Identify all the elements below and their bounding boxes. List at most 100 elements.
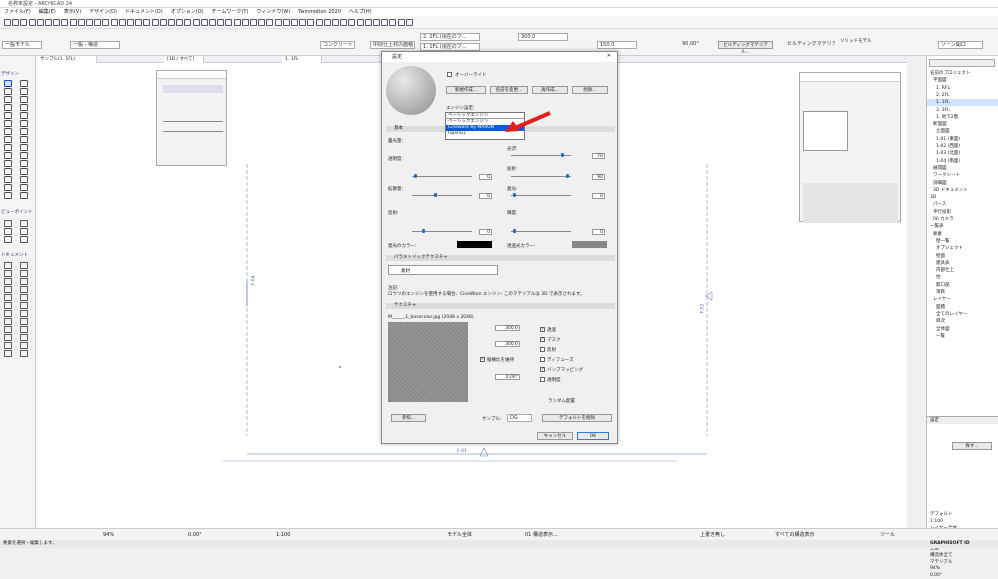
toolbar-icon[interactable] <box>356 19 364 26</box>
nav-item[interactable]: 1-02 (西面) <box>927 143 998 150</box>
tool-icon[interactable] <box>4 310 12 317</box>
nav-item[interactable]: 詳細図 <box>927 180 998 187</box>
nav-item[interactable]: 1-01 (東面) <box>927 136 998 143</box>
tool-icon[interactable] <box>20 144 28 151</box>
nav-prop[interactable]: 0.00° <box>927 572 942 579</box>
tool-icon[interactable] <box>20 228 28 235</box>
tool-icon[interactable] <box>20 192 28 199</box>
transp-slider[interactable] <box>412 174 472 178</box>
nav-item[interactable]: 全体図 <box>927 326 998 333</box>
tex-width[interactable]: 300.0 <box>495 325 520 331</box>
tool-icon[interactable] <box>20 128 28 135</box>
menu-item-3[interactable]: デザイン(D) <box>89 9 117 15</box>
menu-item-0[interactable]: ファイル(F) <box>4 9 31 15</box>
nav-item[interactable]: 内部仕上 <box>927 267 998 274</box>
legacy-dropdown[interactable]: 素材 <box>388 265 498 275</box>
tool-icon[interactable] <box>20 326 28 333</box>
legacy-section-header[interactable]: パラメトリックテクスチャ <box>386 255 615 261</box>
tool-icon[interactable] <box>20 342 28 349</box>
nav-item[interactable]: 全てのレイヤー <box>927 311 998 318</box>
structure-dropdown[interactable]: コンクリート <box>320 41 355 49</box>
toolbar-icon[interactable] <box>274 19 282 26</box>
toolbar-icon[interactable] <box>250 19 257 26</box>
tool-icon[interactable] <box>20 294 28 301</box>
texture-section-header[interactable]: テクスチャ <box>386 303 615 309</box>
emit-value[interactable]: 0 <box>592 193 605 199</box>
navigator-preview-palette[interactable] <box>156 70 227 166</box>
lum-value[interactable]: 0 <box>592 229 605 235</box>
tool-icon[interactable] <box>20 334 28 341</box>
refract-slider[interactable] <box>511 174 571 178</box>
tool-icon[interactable] <box>4 184 12 191</box>
tool-icon[interactable] <box>20 262 28 269</box>
angle-field[interactable]: 90.00° <box>680 41 705 49</box>
tool-icon[interactable] <box>4 270 12 277</box>
trans-color-swatch[interactable] <box>572 241 607 248</box>
toolbar-icon[interactable] <box>323 19 331 26</box>
toolbar-icon[interactable] <box>340 19 348 26</box>
toolbar-icon[interactable] <box>241 19 249 26</box>
tool-icon[interactable] <box>4 176 12 183</box>
tab-3d[interactable]: サンプル(1. 1FL) <box>37 56 97 63</box>
toolbar-icon[interactable] <box>28 19 36 26</box>
tool-icon[interactable] <box>20 236 28 243</box>
nav-item[interactable]: 壁一覧 <box>927 238 998 245</box>
menu-item-6[interactable]: チームワーク(T) <box>212 9 249 15</box>
tool-icon[interactable] <box>4 334 12 341</box>
ok-button[interactable]: OK <box>577 432 609 440</box>
close-icon[interactable]: ✕ <box>607 53 611 59</box>
toolbar-icon[interactable] <box>282 19 290 26</box>
nav-item[interactable]: 建具表 <box>927 260 998 267</box>
tool-icon[interactable] <box>4 144 12 151</box>
diffuse-slider[interactable] <box>412 193 472 197</box>
home-story-dropdown[interactable]: 1. 1FL (現在のフ... <box>420 43 480 51</box>
nav-search-button[interactable]: 探す... <box>952 442 992 450</box>
nav-item[interactable]: 3. 3FL <box>927 107 998 114</box>
toolbar-icon[interactable] <box>389 19 397 26</box>
toolbar-icon[interactable] <box>184 19 192 26</box>
duplicate-button[interactable]: 再作成... <box>532 86 568 94</box>
toolbar-icon[interactable] <box>192 19 200 26</box>
toolbar-icon[interactable] <box>94 19 102 26</box>
nav-item[interactable]: 要素 <box>927 231 998 238</box>
menu-item-5[interactable]: オプション(O) <box>171 9 204 15</box>
tool-icon[interactable] <box>20 168 28 175</box>
lum-slider[interactable] <box>511 229 571 233</box>
pen-set-palette[interactable] <box>799 72 901 223</box>
nav-item[interactable]: 1. 1FL <box>927 99 998 107</box>
tool-icon[interactable] <box>20 112 28 119</box>
tool-icon[interactable] <box>20 104 28 111</box>
nav-item[interactable]: 目次 <box>927 318 998 325</box>
nav-item[interactable]: 3D ドキュメント <box>927 187 998 194</box>
reset-button[interactable]: デフォルトを削除 <box>542 414 612 422</box>
specular-value[interactable]: 0 <box>479 229 492 235</box>
cancel-button[interactable]: キャンセル <box>537 432 573 440</box>
toolbar-icon[interactable] <box>12 19 20 26</box>
nav-item[interactable]: 断面図 <box>927 121 998 128</box>
tool-icon[interactable] <box>4 104 12 111</box>
tool-icon[interactable] <box>20 350 28 357</box>
toolbar-icon[interactable] <box>315 19 323 26</box>
bm-button[interactable]: ビルディングマテリアル... <box>718 41 773 55</box>
nav-item[interactable]: 平行投影 <box>927 209 998 216</box>
tool-icon[interactable] <box>4 318 12 325</box>
tex-height[interactable]: 300.0 <box>495 341 520 347</box>
nav-item[interactable]: 名前のプロジェクト <box>927 70 998 77</box>
nav-item[interactable]: 1. RFL <box>927 85 998 92</box>
nav-item[interactable]: レイヤー <box>927 296 998 303</box>
reflect-slider[interactable] <box>511 153 571 157</box>
toolbar-icon[interactable] <box>77 19 85 26</box>
tool-icon[interactable] <box>20 286 28 293</box>
override-checkbox[interactable] <box>447 72 452 77</box>
nav-item[interactable]: 立面図 <box>927 128 998 135</box>
emit-color-swatch[interactable] <box>457 241 492 248</box>
diffuse-value[interactable]: 0 <box>479 193 492 199</box>
tool-icon[interactable] <box>4 286 12 293</box>
refract-value[interactable]: 90 <box>592 174 605 180</box>
toolbar-icon[interactable] <box>45 19 52 26</box>
toolbar-icon[interactable] <box>364 19 372 26</box>
toolbar-icon[interactable] <box>159 19 167 26</box>
tool-icon[interactable] <box>4 302 12 309</box>
emit-slider[interactable] <box>511 193 571 197</box>
toolbar-icon[interactable] <box>110 19 118 26</box>
